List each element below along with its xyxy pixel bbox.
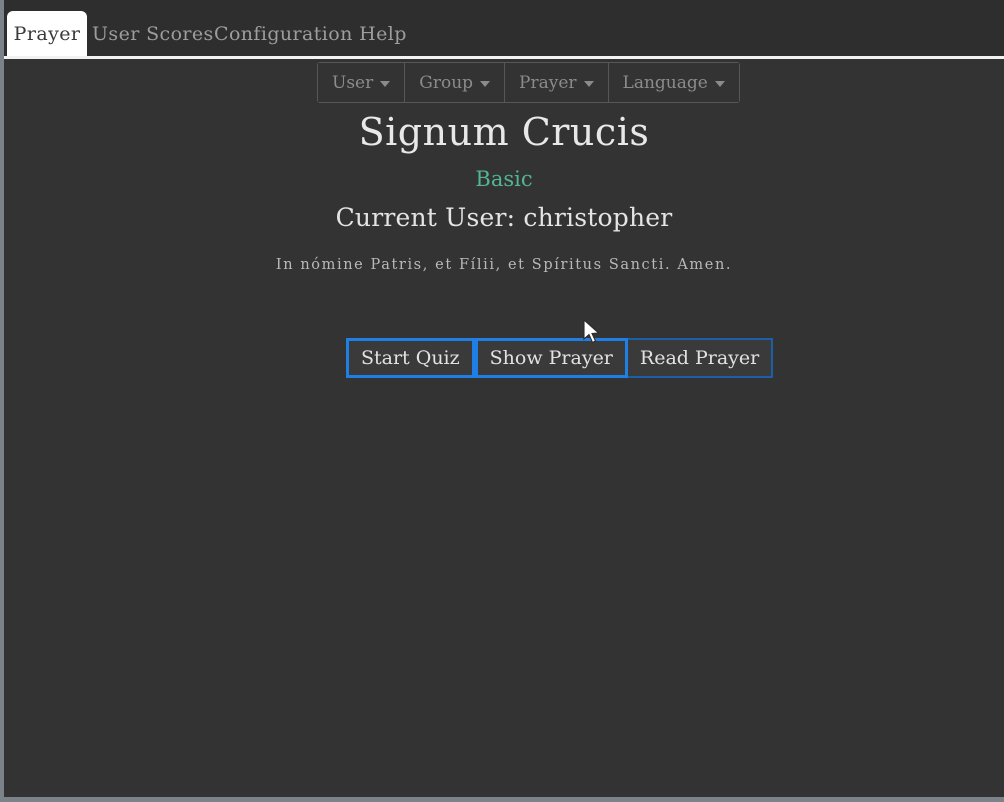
dropdown-prayer[interactable]: Prayer — [505, 63, 609, 102]
tab-prayer[interactable]: Prayer — [7, 11, 87, 57]
tab-bar: Prayer User Scores Configuration Help — [4, 0, 1004, 59]
dropdown-user[interactable]: User — [318, 63, 406, 102]
tab-user-scores[interactable]: User Scores — [92, 11, 213, 57]
chevron-down-icon — [380, 80, 391, 87]
chevron-down-icon — [714, 80, 725, 87]
chevron-down-icon — [583, 80, 594, 87]
chevron-down-icon — [480, 80, 491, 87]
prayer-body-text: In nómine Patris, et Fílii, et Spíritus … — [275, 257, 733, 273]
dropdown-language[interactable]: Language — [608, 63, 739, 102]
dropdown-user-label: User — [332, 72, 374, 93]
tab-help[interactable]: Help — [354, 11, 412, 57]
filter-dropdown-group: User Group Prayer Language — [317, 62, 740, 103]
prayer-level-label: Basic — [475, 167, 533, 191]
show-prayer-button[interactable]: Show Prayer — [474, 338, 628, 378]
dropdown-language-label: Language — [622, 72, 708, 93]
read-prayer-button[interactable]: Read Prayer — [627, 338, 774, 378]
tab-bar-underline — [4, 56, 1004, 59]
dropdown-prayer-label: Prayer — [519, 72, 577, 93]
dropdown-group-label: Group — [419, 72, 474, 93]
tab-configuration[interactable]: Configuration — [214, 11, 352, 57]
dropdown-group[interactable]: Group — [405, 63, 506, 102]
action-button-group: Start Quiz Show Prayer Read Prayer — [346, 338, 774, 378]
current-user-label: Current User: christopher — [335, 203, 673, 232]
page-title: Signum Crucis — [358, 110, 650, 154]
application-window: Prayer User Scores Configuration Help Us… — [0, 0, 1004, 802]
main-content: Signum Crucis Basic Current User: christ… — [4, 110, 1004, 275]
start-quiz-button[interactable]: Start Quiz — [346, 338, 475, 378]
window-client-area: Prayer User Scores Configuration Help Us… — [4, 0, 1004, 797]
